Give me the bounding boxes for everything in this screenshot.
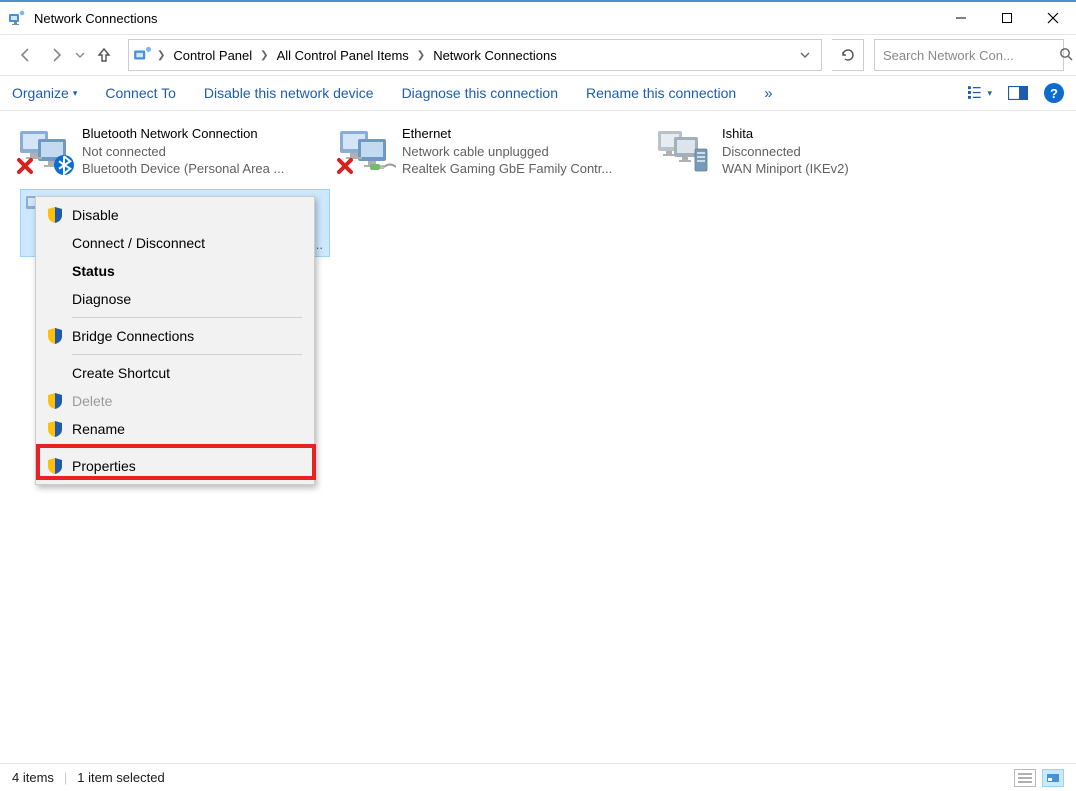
breadcrumb-item[interactable]: Control Panel xyxy=(167,40,258,70)
menu-item-connect-disconnect[interactable]: Connect / Disconnect xyxy=(38,229,312,257)
breadcrumb-item[interactable]: Network Connections xyxy=(427,40,563,70)
connection-status: Disconnected xyxy=(722,143,849,161)
connection-name: Bluetooth Network Connection xyxy=(82,125,284,143)
chevron-right-icon: ❯ xyxy=(155,50,167,61)
menu-label: Delete xyxy=(72,393,112,409)
window-controls xyxy=(938,2,1076,34)
history-dropdown[interactable] xyxy=(72,50,88,60)
address-icon xyxy=(133,45,153,65)
menu-item-delete: Delete xyxy=(38,387,312,415)
content-area: Bluetooth Network Connection Not connect… xyxy=(0,111,1076,763)
connect-to-button[interactable]: Connect To xyxy=(105,85,176,101)
connection-status: Network cable unplugged xyxy=(402,143,612,161)
menu-label: Rename xyxy=(72,421,125,437)
command-toolbar: Organize ▾ Connect To Disable this netwo… xyxy=(0,75,1076,111)
close-button[interactable] xyxy=(1030,2,1076,34)
statusbar-separator: | xyxy=(64,770,67,785)
navigation-bar: ❯ Control Panel ❯ All Control Panel Item… xyxy=(0,35,1076,75)
preview-pane-button[interactable] xyxy=(1006,81,1030,105)
menu-separator xyxy=(72,447,302,448)
titlebar: Network Connections xyxy=(0,2,1076,34)
connection-item[interactable]: Bluetooth Network Connection Not connect… xyxy=(10,121,330,182)
menu-label: Diagnose xyxy=(72,291,131,307)
menu-label: Properties xyxy=(72,458,136,474)
cable-icon xyxy=(370,160,396,177)
menu-item-properties[interactable]: Properties xyxy=(38,452,312,480)
maximize-button[interactable] xyxy=(984,2,1030,34)
server-icon xyxy=(694,148,708,175)
connection-status: Not connected xyxy=(82,143,284,161)
chevron-down-icon: ▾ xyxy=(987,88,992,99)
app-icon xyxy=(8,9,26,27)
up-button[interactable] xyxy=(90,41,118,69)
menu-item-bridge[interactable]: Bridge Connections xyxy=(38,322,312,350)
address-bar[interactable]: ❯ Control Panel ❯ All Control Panel Item… xyxy=(128,39,822,71)
help-button[interactable]: ? xyxy=(1044,83,1064,103)
shield-icon xyxy=(46,420,64,438)
organize-label: Organize xyxy=(12,85,69,101)
menu-item-status[interactable]: Status xyxy=(38,257,312,285)
back-button[interactable] xyxy=(12,41,40,69)
breadcrumb-item[interactable]: All Control Panel Items xyxy=(271,40,415,70)
menu-label: Disable xyxy=(72,207,119,223)
window-title: Network Connections xyxy=(34,11,158,26)
address-dropdown[interactable] xyxy=(793,50,817,60)
refresh-button[interactable] xyxy=(832,39,864,71)
shield-icon xyxy=(46,392,64,410)
forward-button[interactable] xyxy=(42,41,70,69)
menu-item-diagnose[interactable]: Diagnose xyxy=(38,285,312,313)
error-icon xyxy=(336,157,354,175)
chevron-right-icon: ❯ xyxy=(415,50,427,61)
disable-device-button[interactable]: Disable this network device xyxy=(204,85,374,101)
view-options-button[interactable]: ▾ xyxy=(968,81,992,105)
diagnose-button[interactable]: Diagnose this connection xyxy=(402,85,558,101)
overflow-chevron[interactable]: » xyxy=(764,85,772,102)
connection-item[interactable]: Ethernet Network cable unplugged Realtek… xyxy=(330,121,650,182)
search-icon xyxy=(1059,47,1073,64)
connection-name: Ishita xyxy=(722,125,849,143)
rename-button[interactable]: Rename this connection xyxy=(586,85,736,101)
connection-item[interactable]: Ishita Disconnected WAN Miniport (IKEv2) xyxy=(650,121,970,182)
shield-icon xyxy=(46,457,64,475)
connection-list: Bluetooth Network Connection Not connect… xyxy=(10,121,1066,182)
minimize-button[interactable] xyxy=(938,2,984,34)
menu-label: Create Shortcut xyxy=(72,365,170,381)
connection-name: Ethernet xyxy=(402,125,612,143)
connection-icon xyxy=(656,125,714,175)
menu-label: Status xyxy=(72,263,115,279)
search-box[interactable] xyxy=(874,39,1064,71)
connection-device: Bluetooth Device (Personal Area ... xyxy=(82,160,284,178)
selection-count: 1 item selected xyxy=(77,770,164,785)
bluetooth-icon xyxy=(54,155,74,175)
connection-icon xyxy=(16,125,74,175)
connection-device: WAN Miniport (IKEv2) xyxy=(722,160,849,178)
error-icon xyxy=(16,157,34,175)
context-menu: Disable Connect / Disconnect Status Diag… xyxy=(35,196,315,485)
shield-icon xyxy=(46,327,64,345)
search-input[interactable] xyxy=(883,48,1059,63)
organize-menu[interactable]: Organize ▾ xyxy=(12,85,77,101)
menu-separator xyxy=(72,317,302,318)
menu-label: Bridge Connections xyxy=(72,328,194,344)
connection-icon xyxy=(336,125,394,175)
menu-separator xyxy=(72,354,302,355)
connection-device: Realtek Gaming GbE Family Contr... xyxy=(402,160,612,178)
tiles-view-button[interactable] xyxy=(1042,769,1064,787)
shield-icon xyxy=(46,206,64,224)
status-bar: 4 items | 1 item selected xyxy=(0,763,1076,791)
menu-item-rename[interactable]: Rename xyxy=(38,415,312,443)
chevron-right-icon: ❯ xyxy=(258,50,270,61)
menu-label: Connect / Disconnect xyxy=(72,235,205,251)
menu-item-create-shortcut[interactable]: Create Shortcut xyxy=(38,359,312,387)
item-count: 4 items xyxy=(12,770,54,785)
chevron-down-icon: ▾ xyxy=(73,88,78,99)
menu-item-disable[interactable]: Disable xyxy=(38,201,312,229)
details-view-button[interactable] xyxy=(1014,769,1036,787)
